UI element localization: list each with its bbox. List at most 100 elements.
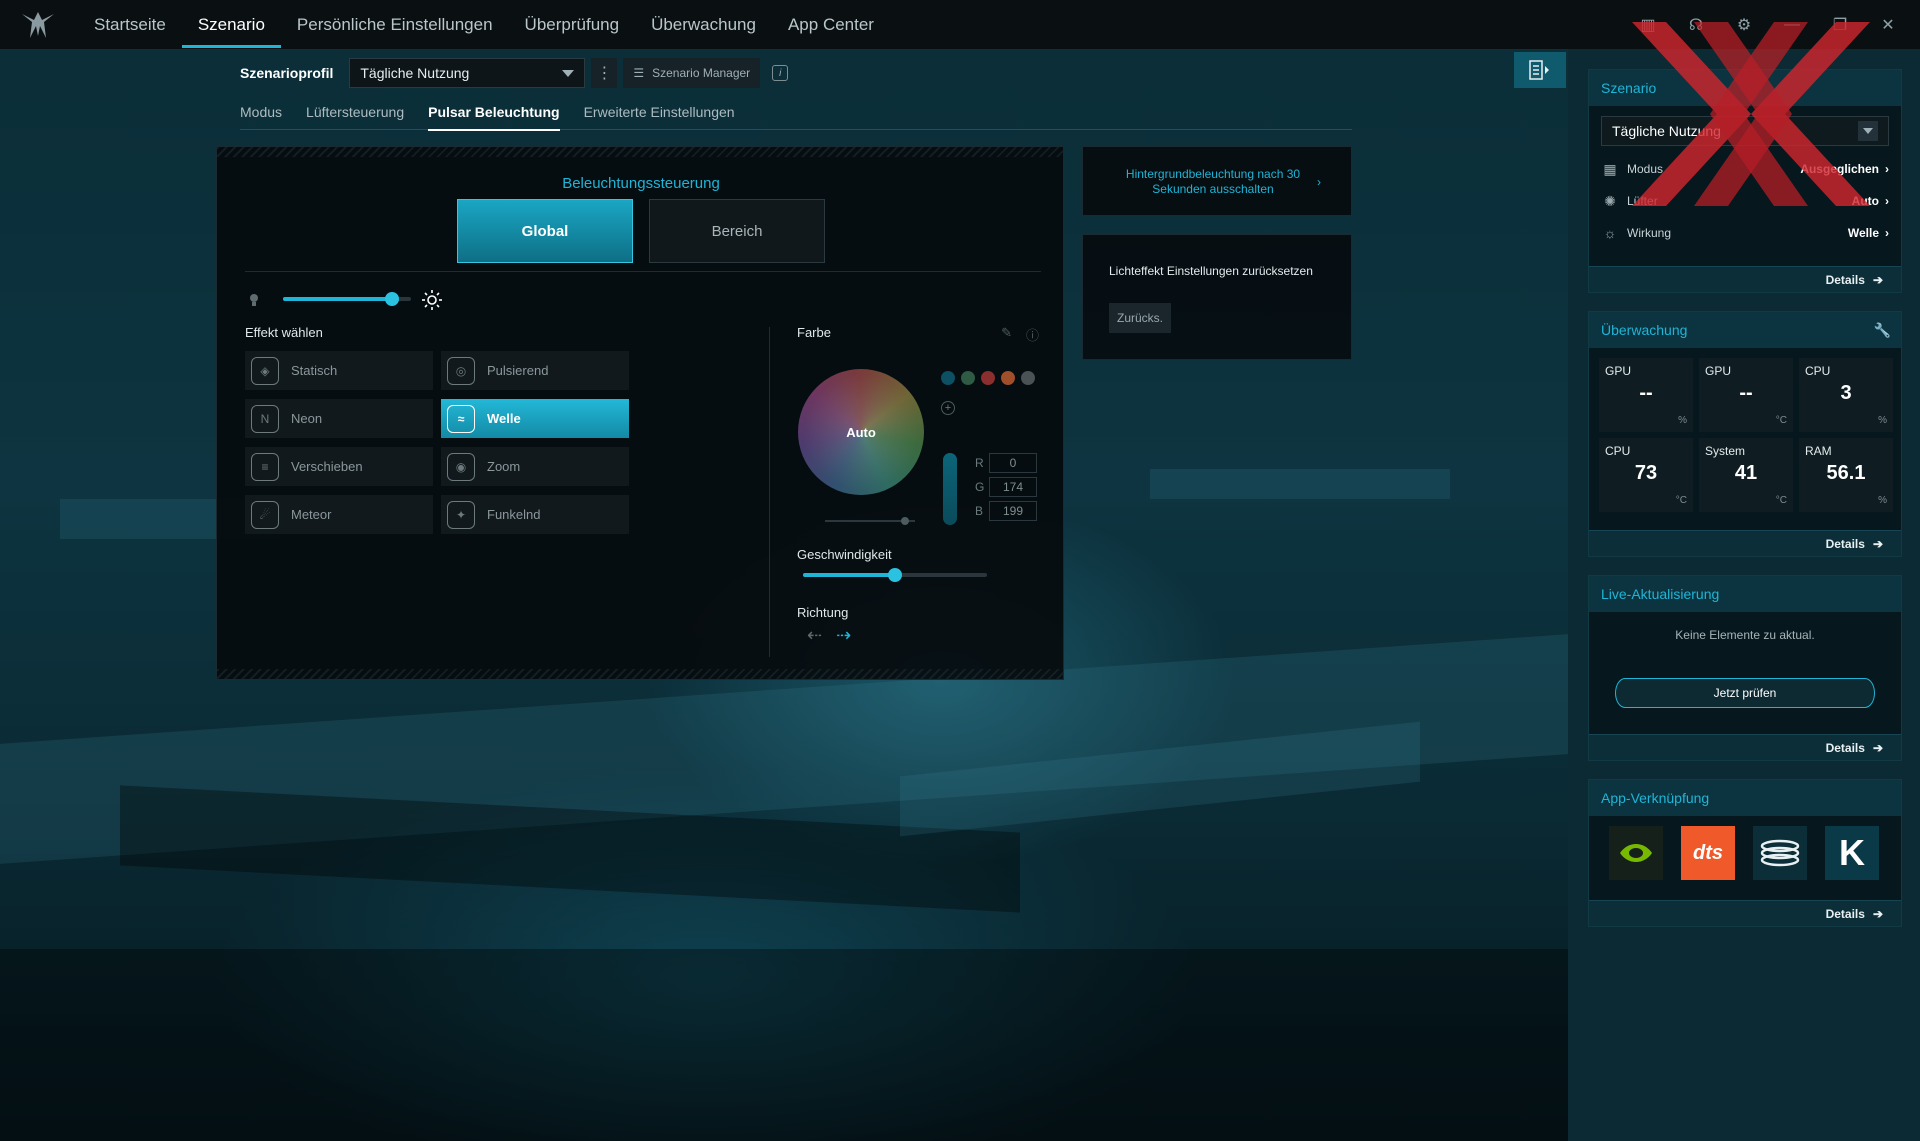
scenario-details-link[interactable]: Details ➔	[1589, 266, 1901, 292]
speed-slider[interactable]	[803, 568, 987, 582]
monitor-cell: GPU --%	[1599, 358, 1693, 432]
color-swatch[interactable]	[1021, 371, 1035, 385]
info-icon[interactable]: ⓘ	[1026, 325, 1039, 344]
brightness-slider-knob[interactable]	[385, 292, 399, 306]
wrench-icon[interactable]: 🔧	[1874, 322, 1891, 339]
minimize-icon[interactable]: —	[1780, 16, 1804, 34]
r-input[interactable]: 0	[989, 453, 1037, 473]
color-swatch[interactable]	[981, 371, 995, 385]
color-swatch[interactable]	[961, 371, 975, 385]
sidebar-profile-select[interactable]: Tägliche Nutzung	[1601, 116, 1889, 146]
headset-icon[interactable]: ☊	[1684, 15, 1708, 35]
color-label: Farbe	[797, 325, 831, 340]
brightness-slider-fill	[283, 297, 392, 301]
nav-ueberwachung[interactable]: Überwachung	[635, 0, 772, 49]
add-color-icon[interactable]: +	[941, 401, 955, 415]
restore-icon[interactable]: ❐	[1828, 15, 1852, 35]
k-app-icon[interactable]: K	[1825, 826, 1879, 880]
color-swatch[interactable]	[941, 371, 955, 385]
direction-controls: ⇠ ⇢	[807, 625, 851, 646]
sun-icon: ☼	[1603, 225, 1617, 241]
live-update-title: Live-Aktualisierung	[1589, 576, 1901, 612]
scenario-manager-label: Szenario Manager	[652, 66, 751, 80]
effect-pulsierend[interactable]: ◎ Pulsierend	[441, 351, 629, 390]
r-label: R	[975, 456, 984, 470]
speed-slider-knob[interactable]	[888, 568, 902, 582]
nav-szenario[interactable]: Szenario	[181, 0, 282, 49]
info-icon[interactable]: i	[772, 65, 789, 81]
nav-persoenliche-einstellungen[interactable]: Persönliche Einstellungen	[281, 0, 509, 49]
reset-button[interactable]: Zurücks.	[1109, 303, 1172, 333]
effect-neon[interactable]: N Neon	[245, 399, 433, 438]
color-swatch[interactable]	[1001, 371, 1015, 385]
wave-icon: ≈	[447, 404, 475, 433]
monitor-cell: System 41 °C	[1699, 438, 1793, 512]
nav-startseite[interactable]: Startseite	[78, 0, 182, 49]
color-wheel-slider-knob[interactable]	[901, 517, 909, 525]
zoom-icon: ◉	[447, 452, 475, 481]
effects-grid: ◈ Statisch ◎ Pulsierend N Neon ≈ Welle ≡ Vers…	[245, 351, 641, 534]
monitor-details-link[interactable]: Details ➔	[1589, 530, 1901, 556]
color-wheel[interactable]: Auto	[798, 369, 924, 495]
app-shortcuts-title: App-Verknüpfung	[1589, 780, 1901, 816]
stack-app-icon[interactable]	[1753, 826, 1807, 880]
speed-label: Geschwindigkeit	[797, 547, 892, 562]
gear-icon[interactable]: ⚙	[1732, 15, 1756, 35]
effect-select-label: Effekt wählen	[245, 325, 323, 340]
effect-zoom[interactable]: ◉ Zoom	[441, 447, 629, 486]
effect-label: Funkelnd	[487, 507, 541, 522]
nav-ueberpruefung[interactable]: Überprüfung	[509, 0, 636, 49]
tab-erweiterte-einstellungen[interactable]: Erweiterte Einstellungen	[584, 100, 735, 130]
monitor-cell: CPU 3%	[1799, 358, 1893, 432]
effect-funkelnd[interactable]: ✦ Funkelnd	[441, 495, 629, 534]
nvidia-app-icon[interactable]	[1609, 826, 1663, 880]
nav-app-center[interactable]: App Center	[772, 0, 890, 49]
effect-label: Pulsierend	[487, 363, 549, 378]
arrow-right-icon[interactable]: ⇢	[836, 625, 851, 646]
scenario-manager-button[interactable]: ☰ Szenario Manager	[623, 58, 761, 88]
color-wheel-slider[interactable]	[825, 517, 915, 525]
pencil-icon[interactable]: ✎	[1001, 325, 1012, 344]
apps-details-link[interactable]: Details ➔	[1589, 900, 1901, 926]
backlight-timeout-card[interactable]: Hintergrundbeleuchtung nach 30 Sekunden …	[1082, 146, 1352, 216]
g-input[interactable]: 174	[989, 477, 1037, 497]
effect-verschieben[interactable]: ≡ Verschieben	[245, 447, 433, 486]
panel-hatch-bottom	[217, 669, 1063, 679]
scenario-widget: Szenario Tägliche Nutzung ▦ Modus Ausgeg…	[1588, 69, 1902, 293]
effect-welle[interactable]: ≈ Welle	[441, 399, 629, 438]
chevron-right-icon: ›	[1317, 175, 1321, 189]
top-nav-bar: Startseite Szenario Persönliche Einstell…	[0, 0, 1920, 49]
live-details-link[interactable]: Details ➔	[1589, 734, 1901, 760]
tab-pulsar-beleuchtung[interactable]: Pulsar Beleuchtung	[428, 100, 561, 131]
scenario-widget-title: Szenario	[1589, 70, 1901, 106]
scenario-subtabs: Modus Lüftersteuerung Pulsar Beleuchtung…	[240, 100, 1352, 131]
profile-select[interactable]: Tägliche Nutzung	[349, 58, 586, 88]
dts-app-icon[interactable]: dts	[1681, 826, 1735, 880]
monitor-cell: GPU -- °C	[1699, 358, 1793, 432]
scenario-row-luefter[interactable]: ✺ Lüfter Auto ›	[1601, 190, 1889, 212]
brightness-slider[interactable]	[283, 292, 411, 306]
arrow-left-icon[interactable]: ⇠	[807, 625, 822, 646]
effect-meteor[interactable]: ☄ Meteor	[245, 495, 433, 534]
effect-statisch[interactable]: ◈ Statisch	[245, 351, 433, 390]
area-mode-button[interactable]: Bereich	[649, 199, 825, 263]
close-icon[interactable]: ✕	[1876, 15, 1900, 35]
b-label: B	[975, 504, 984, 518]
reset-effects-card: Lichteffekt Einstellungen zurücksetzen Z…	[1082, 234, 1352, 360]
color-value-bar[interactable]	[943, 453, 957, 525]
sidebar-toggle-button[interactable]	[1514, 52, 1566, 88]
right-sidebar: Szenario Tägliche Nutzung ▦ Modus Ausgeg…	[1568, 49, 1920, 1141]
tab-lueftersteuerung[interactable]: Lüftersteuerung	[306, 100, 404, 130]
more-options-button[interactable]: ⋮	[591, 58, 618, 88]
cube-icon: ◈	[251, 356, 279, 385]
row-value: Welle ›	[1847, 226, 1889, 240]
b-input[interactable]: 199	[989, 501, 1037, 521]
scenario-row-modus[interactable]: ▦ Modus Ausgeglichen ›	[1601, 158, 1889, 180]
book-icon[interactable]: ▥	[1636, 15, 1660, 35]
scenario-row-wirkung[interactable]: ☼ Wirkung Welle ›	[1601, 222, 1889, 244]
chevron-down-icon	[1858, 121, 1878, 141]
tab-modus[interactable]: Modus	[240, 100, 282, 130]
sparkle-icon: ✦	[447, 500, 475, 529]
global-mode-button[interactable]: Global	[457, 199, 633, 263]
check-now-button[interactable]: Jetzt prüfen	[1615, 678, 1875, 708]
